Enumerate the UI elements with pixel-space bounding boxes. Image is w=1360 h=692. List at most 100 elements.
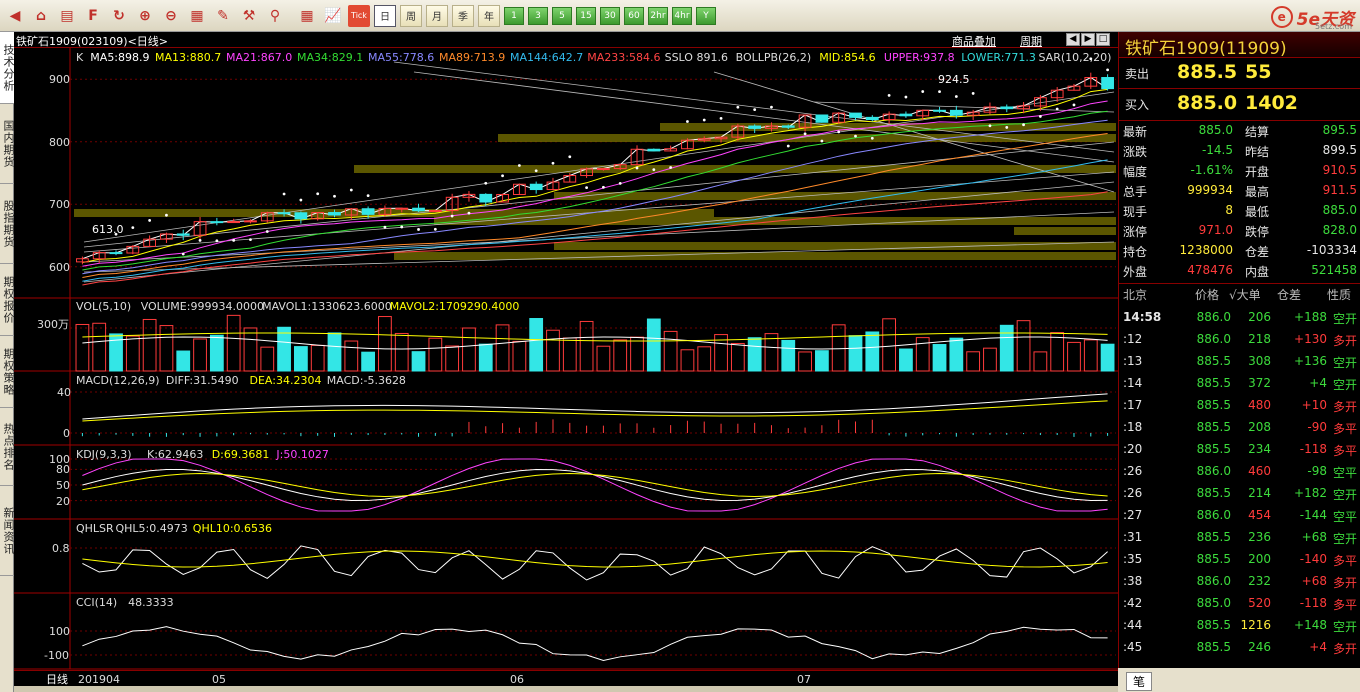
kdj-legend-item: K:62.9463 xyxy=(147,448,204,461)
period-link[interactable]: 周期 xyxy=(1020,33,1042,49)
tick-cell: +136 xyxy=(1294,354,1327,368)
bid-volume: 1402 xyxy=(1245,92,1298,114)
tick-cell: 885.5 xyxy=(1196,354,1231,368)
draw-icon[interactable]: ✎ xyxy=(212,5,234,27)
minute-button[interactable]: 60 xyxy=(624,6,644,25)
cci-axis-label: 100 xyxy=(49,625,70,638)
minute-button[interactable]: 3 xyxy=(528,6,548,25)
qhl5-line xyxy=(82,545,1108,581)
cci-legend-item: CCI(14) xyxy=(76,596,118,609)
ask-label: 卖出 xyxy=(1125,67,1150,81)
period-button[interactable]: 季 xyxy=(452,4,474,27)
nav-prev-icon[interactable]: ◀ xyxy=(1066,33,1080,46)
sar-dot xyxy=(770,105,773,109)
f10-icon[interactable]: F xyxy=(82,5,104,27)
horizontal-scrollbar[interactable] xyxy=(14,686,1118,692)
tick-cell: +68 xyxy=(1301,530,1327,544)
detail-label: 结算 xyxy=(1245,125,1270,139)
home-icon[interactable]: ⌂ xyxy=(30,5,52,27)
sar-dot xyxy=(265,230,269,233)
tick-cell: :44 xyxy=(1123,618,1143,632)
tick-cell: -144 xyxy=(1299,508,1327,522)
left-tab[interactable]: 热点排名 xyxy=(0,408,15,486)
zone-band xyxy=(554,242,1116,250)
logo-sub: 5etz.com xyxy=(1315,22,1352,31)
minute-button[interactable]: Y xyxy=(696,6,716,25)
line-chart-icon[interactable]: 📈 xyxy=(322,5,344,27)
minute-button[interactable]: 1 xyxy=(504,6,524,25)
candle-body xyxy=(227,221,241,224)
back-icon[interactable]: ◀ xyxy=(4,5,26,27)
sar-dot xyxy=(181,252,185,256)
tick-button[interactable]: Tick xyxy=(348,4,370,27)
detail-value: -103334 xyxy=(1306,243,1357,257)
tools-icon[interactable]: ⚒ xyxy=(238,5,260,27)
tick-cell: 885.5 xyxy=(1196,486,1231,500)
detail-value: -14.5 xyxy=(1201,143,1233,157)
tick-cell: 空开 xyxy=(1332,312,1357,326)
tick-row: :12 886.0 218 +130 多开 xyxy=(1119,328,1360,350)
volume-bar xyxy=(462,327,476,372)
zoom-out-icon[interactable]: ⊖ xyxy=(160,5,182,27)
tab-trades[interactable]: 笔 xyxy=(1126,672,1153,691)
tick-cell: 多平 xyxy=(1332,598,1357,612)
left-tab[interactable]: 技术分析 xyxy=(0,32,15,104)
minute-button[interactable]: 4hr xyxy=(672,6,692,25)
tick-cell: 520 xyxy=(1248,596,1271,610)
minute-button[interactable]: 5 xyxy=(552,6,572,25)
chart-area[interactable] xyxy=(14,32,1118,687)
period-button[interactable]: 周 xyxy=(400,4,422,27)
chart-info-bar: 铁矿石1909(023109)<日线> 商品叠加 周期 ◀ ▶ □ xyxy=(14,32,1118,48)
detail-row: 现手 8 最低 885.0 xyxy=(1119,200,1360,220)
candle-body xyxy=(328,212,341,216)
refresh-icon[interactable]: ↻ xyxy=(108,5,130,27)
tick-cell: 886.0 xyxy=(1196,464,1231,478)
candle-body xyxy=(361,208,375,215)
left-tab[interactable]: 新闻资讯 xyxy=(0,486,15,576)
left-tab[interactable]: 国内期货 xyxy=(0,104,15,184)
filter-icon[interactable]: ⚲ xyxy=(264,5,286,27)
tick-cell: 218 xyxy=(1248,332,1271,346)
detail-label: 内盘 xyxy=(1245,265,1270,279)
tick-cell: +148 xyxy=(1294,618,1327,632)
nav-full-icon[interactable]: □ xyxy=(1096,33,1110,46)
minute-button[interactable]: 30 xyxy=(600,6,620,25)
tick-cell: 多开 xyxy=(1332,400,1357,414)
table-icon[interactable]: ▦ xyxy=(296,5,318,27)
tick-header-cell: √大单 xyxy=(1229,288,1261,302)
volume-bar xyxy=(798,351,812,372)
left-tab[interactable]: 期权策略 xyxy=(0,336,15,408)
zone-band xyxy=(394,252,1116,260)
toolbar: ◀ ⌂ ▤ F ↻ ⊕ ⊖ ▦ ✎ ⚒ ⚲ ▦ 📈 Tick 日周月季年 1 3 5 15 30 60 2hr 4hr Y xyxy=(0,0,1360,32)
sar-dot xyxy=(1106,68,1109,72)
kline-chart[interactable] xyxy=(14,32,1118,687)
tick-cell: 885.5 xyxy=(1196,398,1231,412)
period-button[interactable]: 日 xyxy=(374,4,396,27)
tick-cell: 480 xyxy=(1248,398,1271,412)
tick-cell: 多平 xyxy=(1332,554,1357,568)
sar-dot xyxy=(837,130,841,134)
qhl-legend-item: QHL5:0.4973 xyxy=(115,522,188,535)
sar-dot xyxy=(753,108,757,112)
tick-cell: 885.0 xyxy=(1196,596,1231,610)
nav-next-icon[interactable]: ▶ xyxy=(1081,33,1095,46)
volume-bar xyxy=(646,318,661,372)
sar-dot xyxy=(803,132,807,136)
tick-row: :17 885.5 480 +10 多开 xyxy=(1119,394,1360,416)
volume-bar xyxy=(327,332,342,372)
overlay-link[interactable]: 商品叠加 xyxy=(952,33,996,49)
left-tab[interactable]: 股指期货 xyxy=(0,184,15,264)
detail-value: 885.0 xyxy=(1322,203,1357,217)
volume-bar xyxy=(294,346,308,372)
grid-icon[interactable]: ▦ xyxy=(186,5,208,27)
left-tab[interactable]: 期权报价 xyxy=(0,264,15,336)
minute-button[interactable]: 15 xyxy=(576,6,596,25)
minute-button[interactable]: 2hr xyxy=(648,6,668,25)
detail-row: 涨跌 -14.5 昨结 899.5 xyxy=(1119,140,1360,160)
notebook-icon[interactable]: ▤ xyxy=(56,5,78,27)
period-button[interactable]: 月 xyxy=(426,4,448,27)
period-button[interactable]: 年 xyxy=(478,4,500,27)
zoom-in-icon[interactable]: ⊕ xyxy=(134,5,156,27)
tick-cell: 236 xyxy=(1248,530,1271,544)
detail-value: 885.0 xyxy=(1198,123,1233,137)
